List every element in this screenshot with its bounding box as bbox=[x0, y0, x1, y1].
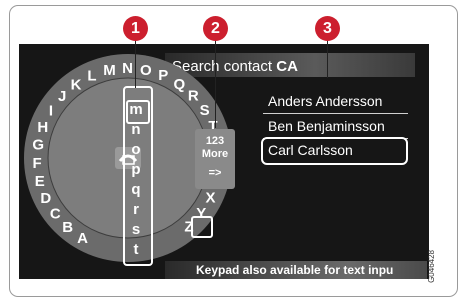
result-item[interactable]: Ben Benjaminsson bbox=[268, 118, 385, 134]
ring-letter[interactable]: N bbox=[122, 60, 133, 77]
more-button-line1: 123 bbox=[205, 135, 225, 147]
ring-letter[interactable]: D bbox=[40, 190, 51, 207]
column-selection-box bbox=[126, 100, 150, 124]
ring-letter[interactable]: Q bbox=[173, 76, 185, 93]
ring-letter[interactable]: S bbox=[200, 102, 210, 119]
figure-code: G046428 bbox=[427, 250, 436, 283]
column-letter[interactable]: s bbox=[124, 221, 148, 238]
callout-1: 1 bbox=[123, 16, 148, 41]
ring-selection-box bbox=[191, 216, 213, 238]
ring-letter[interactable]: R bbox=[188, 88, 199, 105]
ring-letter[interactable]: K bbox=[71, 76, 82, 93]
ring-letter[interactable]: E bbox=[35, 173, 45, 190]
ring-letter[interactable]: X bbox=[205, 189, 215, 206]
result-divider bbox=[263, 113, 408, 114]
callout-line-1 bbox=[135, 38, 136, 88]
ring-letter[interactable]: O bbox=[140, 62, 152, 79]
result-item[interactable]: Anders Andersson bbox=[268, 93, 382, 109]
column-letter[interactable]: p bbox=[124, 161, 148, 178]
ring-letter[interactable]: B bbox=[62, 219, 73, 236]
callout-2: 2 bbox=[203, 16, 228, 41]
ring-letter[interactable]: C bbox=[50, 206, 61, 223]
ring-letter[interactable]: A bbox=[77, 230, 88, 247]
callout-line-2 bbox=[215, 38, 216, 128]
more-button[interactable]: 123 More => bbox=[195, 129, 235, 189]
ring-letter[interactable]: P bbox=[158, 67, 168, 84]
ring-letter[interactable]: I bbox=[49, 103, 53, 120]
column-letter[interactable]: o bbox=[124, 141, 148, 158]
ring-letter[interactable]: H bbox=[37, 119, 48, 136]
column-letter[interactable]: r bbox=[124, 201, 148, 218]
keypad-hint-text: Keypad also available for text inpu bbox=[196, 263, 394, 277]
result-item-selected[interactable]: Carl Carlsson bbox=[268, 142, 353, 158]
column-letter[interactable]: q bbox=[124, 181, 148, 198]
callout-3: 3 bbox=[315, 16, 340, 41]
more-button-line2: More bbox=[201, 148, 229, 160]
ring-letter[interactable]: G bbox=[32, 137, 44, 154]
ring-letter[interactable]: M bbox=[103, 62, 116, 79]
column-letter[interactable]: t bbox=[124, 241, 148, 258]
ring-letter[interactable]: F bbox=[33, 155, 42, 172]
ring-letter[interactable]: L bbox=[87, 67, 96, 84]
ring-letter[interactable]: J bbox=[58, 88, 66, 105]
more-button-line3: => bbox=[208, 167, 222, 179]
callout-line-3 bbox=[327, 38, 328, 78]
